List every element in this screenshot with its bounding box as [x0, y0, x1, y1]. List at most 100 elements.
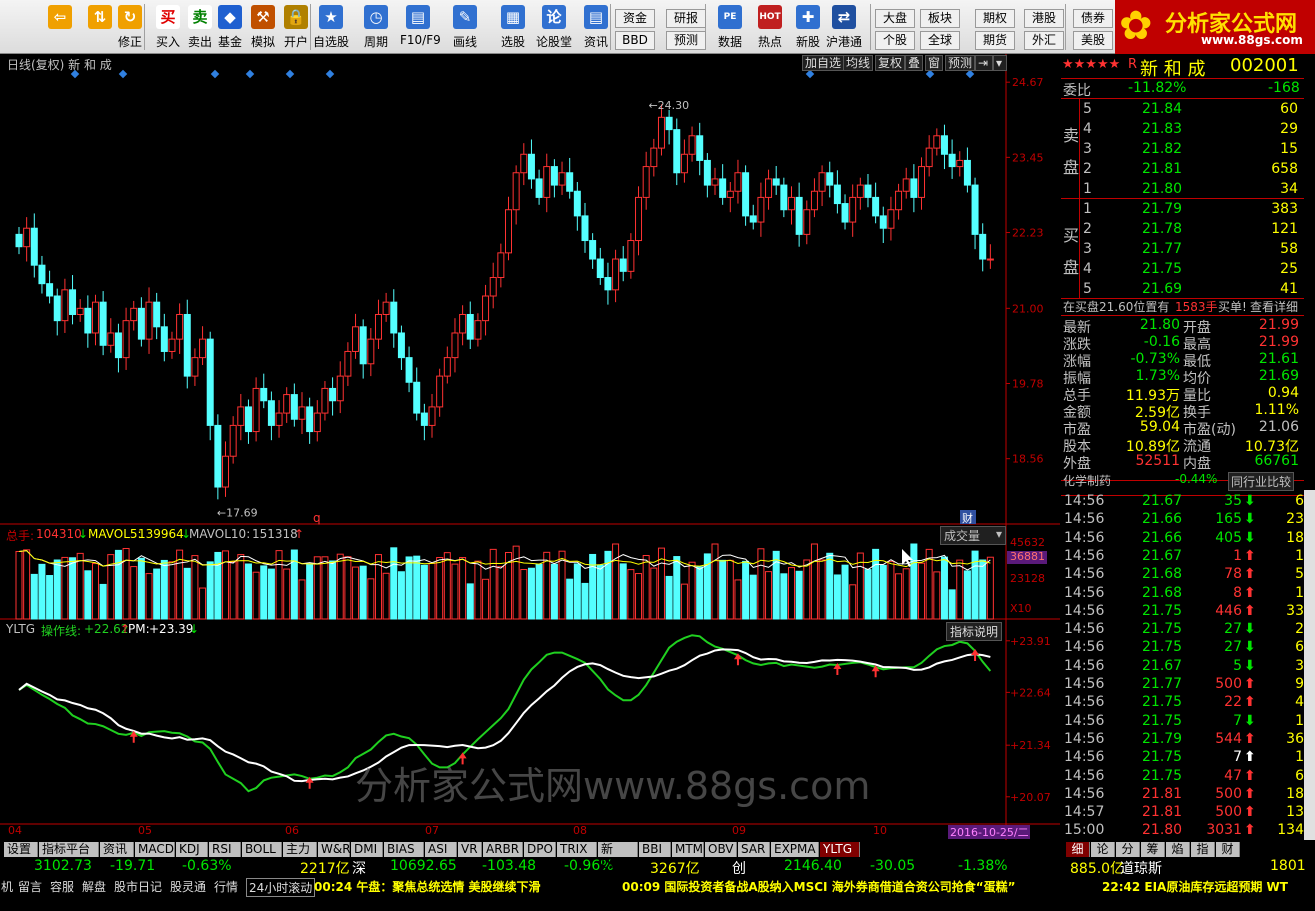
- news-headline[interactable]: 22:42 EIA原油库存远超预期 WT: [1102, 878, 1288, 895]
- tab-资讯[interactable]: 资讯: [100, 842, 134, 857]
- tab-yltg[interactable]: YLTG: [820, 842, 860, 857]
- tick-row: 14:56 21.75 27 ⬇ 6: [1062, 639, 1304, 657]
- tab-boll[interactable]: BOLL: [242, 842, 282, 857]
- candle-body: [23, 227, 31, 248]
- toolbar-clock-button[interactable]: ◷ 周期: [358, 3, 394, 51]
- toolbar-small-button[interactable]: 美股: [1073, 31, 1113, 50]
- toolbar-small-button[interactable]: 期权: [975, 9, 1015, 28]
- toolbar-pe-button[interactable]: PE 数据: [712, 3, 748, 51]
- quote-tab[interactable]: 分: [1116, 842, 1140, 857]
- tab-主力[interactable]: 主力: [283, 842, 317, 857]
- tab-mtm[interactable]: MTM: [672, 842, 704, 857]
- toolbar-small-button[interactable]: 板块: [920, 9, 960, 28]
- arrow-up-icon: ⬆: [1244, 566, 1256, 583]
- chart-top-button[interactable]: 复权: [875, 55, 906, 71]
- volume-bar: [826, 552, 834, 620]
- toolbar-fund-button[interactable]: ◆ 基金: [212, 3, 248, 51]
- tab-dpo[interactable]: DPO: [524, 842, 556, 857]
- q-marker[interactable]: q: [313, 511, 321, 525]
- price-axis-label: 24.67: [1012, 76, 1044, 89]
- toolbar-select-stock-button[interactable]: ▦ 选股: [495, 3, 531, 51]
- toolbar-buy-button[interactable]: 买买入: [150, 3, 186, 51]
- finance-marker[interactable]: 财: [962, 511, 973, 525]
- bottom-nav-item[interactable]: 24小时滚动: [246, 878, 316, 897]
- toolbar-small-button[interactable]: 全球: [920, 31, 960, 50]
- toolbar-small-button[interactable]: 大盘: [875, 9, 915, 28]
- tab-obv[interactable]: OBV: [705, 842, 737, 857]
- quote-tab[interactable]: 焰: [1166, 842, 1190, 857]
- candle-body: [374, 313, 382, 340]
- forum-icon: 论: [542, 5, 566, 29]
- tab-arbr[interactable]: ARBR: [483, 842, 523, 857]
- toolbar-f10-button[interactable]: ▤ F10/F9: [400, 3, 441, 51]
- toolbar-small-button[interactable]: 期货: [975, 31, 1015, 50]
- toolbar-pen-button[interactable]: ✎ 画线: [447, 3, 483, 51]
- indicator-help-button[interactable]: 指标说明: [946, 622, 1003, 641]
- tab-macd[interactable]: MACD: [135, 842, 175, 857]
- tick-count: 1: [1295, 547, 1304, 564]
- toolbar-small-button[interactable]: 预测: [666, 31, 706, 50]
- toolbar-back-arrow-button[interactable]: ⇦: [42, 3, 78, 51]
- tab-expma[interactable]: EXPMA: [771, 842, 819, 857]
- news-headline[interactable]: 00:09 国际投资者备战A股纳入MSCI 海外券商借道合资公司抢食“蛋糕”: [622, 878, 1015, 895]
- tab-指标平台[interactable]: 指标平台: [39, 842, 99, 857]
- chart-top-button[interactable]: 均线: [843, 55, 874, 71]
- toolbar-small-button[interactable]: 债券: [1073, 9, 1113, 28]
- tab-kdj[interactable]: KDJ: [176, 842, 208, 857]
- tab-bbi[interactable]: BBI: [639, 842, 671, 857]
- chart-top-button[interactable]: 加自选: [802, 55, 845, 71]
- pin-icon[interactable]: ⇥: [975, 55, 993, 71]
- tab-vr[interactable]: VR: [458, 842, 482, 857]
- toolbar-small-button[interactable]: 资金: [615, 9, 655, 28]
- tab-sar[interactable]: SAR: [738, 842, 770, 857]
- quote-tab[interactable]: 论: [1091, 842, 1115, 857]
- toolbar-star-list-button[interactable]: ★ 自选股: [313, 3, 349, 51]
- tab-w&r[interactable]: W&R: [318, 842, 351, 857]
- chart-area[interactable]: 24.67 23.45 22.23 21.00 19.78 18.56 ←24.30 ←17.…: [0, 54, 1060, 840]
- tab-bias[interactable]: BIAS: [384, 842, 424, 857]
- toolbar-refresh-button[interactable]: ↻ 修正: [112, 3, 148, 51]
- toolbar-hot-button[interactable]: HOT 热点: [752, 3, 788, 51]
- toolbar-small-button[interactable]: 研报: [666, 9, 706, 28]
- bottom-nav-item[interactable]: 容服: [50, 878, 74, 895]
- toolbar-small-button[interactable]: 港股: [1024, 9, 1064, 28]
- tab-asi[interactable]: ASI: [425, 842, 457, 857]
- chart-top-button[interactable]: 窗: [925, 55, 944, 71]
- bottom-nav-item[interactable]: 股灵通: [170, 878, 206, 895]
- view-detail-link[interactable]: 查看详细: [1250, 298, 1298, 315]
- toolbar-small-button[interactable]: BBD: [615, 31, 655, 50]
- chart-top-button[interactable]: 叠: [905, 55, 924, 71]
- toolbar-forum-button[interactable]: 论论股堂: [536, 3, 572, 51]
- candle-body: [742, 172, 750, 217]
- chart-top-button[interactable]: 预测: [945, 55, 976, 71]
- chevron-down-icon[interactable]: ▾: [993, 55, 1007, 71]
- bottom-nav-item[interactable]: 机: [1, 878, 13, 895]
- toolbar-news-button[interactable]: ▤ 资讯: [578, 3, 614, 51]
- toolbar-button-label: 热点: [757, 35, 782, 49]
- bottom-nav-item[interactable]: 留言: [18, 878, 42, 895]
- toolbar-small-button[interactable]: 个股: [875, 31, 915, 50]
- bottom-nav-item[interactable]: 股市日记: [114, 878, 162, 895]
- industry-compare-button[interactable]: 同行业比较: [1228, 472, 1295, 491]
- toolbar-sse-hkex-button[interactable]: ⇄ 沪港通: [826, 3, 862, 51]
- tab-trix[interactable]: TRIX: [557, 842, 597, 857]
- quote-tab[interactable]: 细: [1066, 842, 1090, 857]
- quote-tab[interactable]: 筹: [1141, 842, 1165, 857]
- bottom-nav-item[interactable]: 行情: [214, 878, 238, 895]
- toolbar-lock-button[interactable]: 🔒 开户: [278, 3, 314, 51]
- volume-bar: [596, 564, 604, 620]
- chart-svg[interactable]: 24.67 23.45 22.23 21.00 19.78 18.56 ←24.30 ←17.…: [0, 54, 1060, 840]
- tab-rsi[interactable]: RSI: [209, 842, 241, 857]
- toolbar-hammer-button[interactable]: ⚒ 模拟: [245, 3, 281, 51]
- quote-tab[interactable]: 财: [1216, 842, 1240, 857]
- toolbar-small-button[interactable]: 外汇: [1024, 31, 1064, 50]
- toolbar-new-stock-button[interactable]: ✚ 新股: [790, 3, 826, 51]
- scrollbar[interactable]: [1304, 490, 1315, 840]
- tab-设置[interactable]: 设置: [4, 842, 38, 857]
- bottom-nav-item[interactable]: 解盘: [82, 878, 106, 895]
- volume-bar: [527, 567, 535, 620]
- tab-dmi[interactable]: DMI: [351, 842, 383, 857]
- tab-新dma[interactable]: 新DMA: [598, 842, 638, 871]
- news-headline[interactable]: 00:24 午盘：聚焦总统选情 美股继续下滑: [314, 878, 541, 895]
- quote-tab[interactable]: 指: [1191, 842, 1215, 857]
